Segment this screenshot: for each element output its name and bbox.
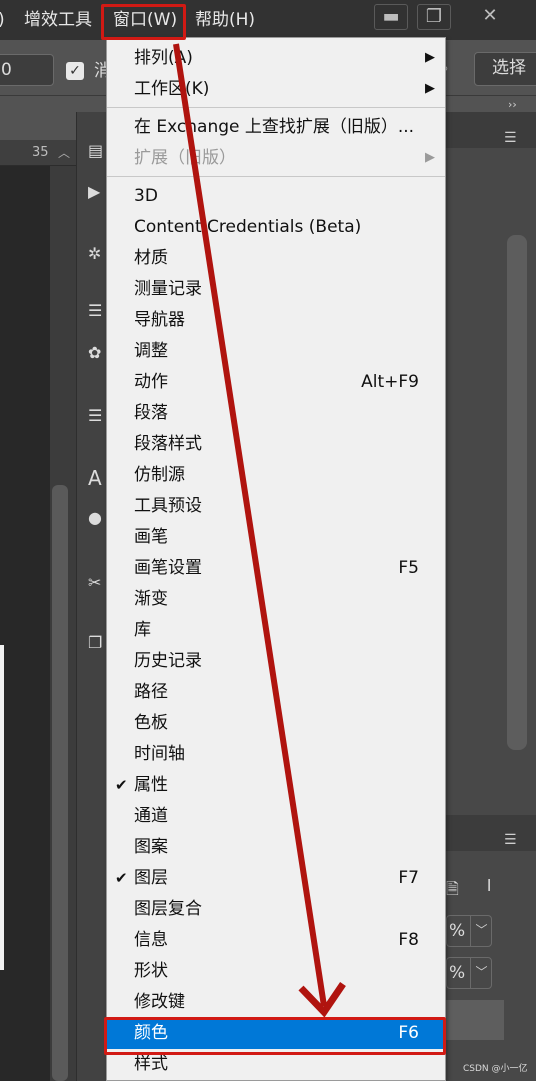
watermark: CSDN @小一亿 [463, 1064, 528, 1074]
annotation-arrow [173, 43, 346, 1018]
